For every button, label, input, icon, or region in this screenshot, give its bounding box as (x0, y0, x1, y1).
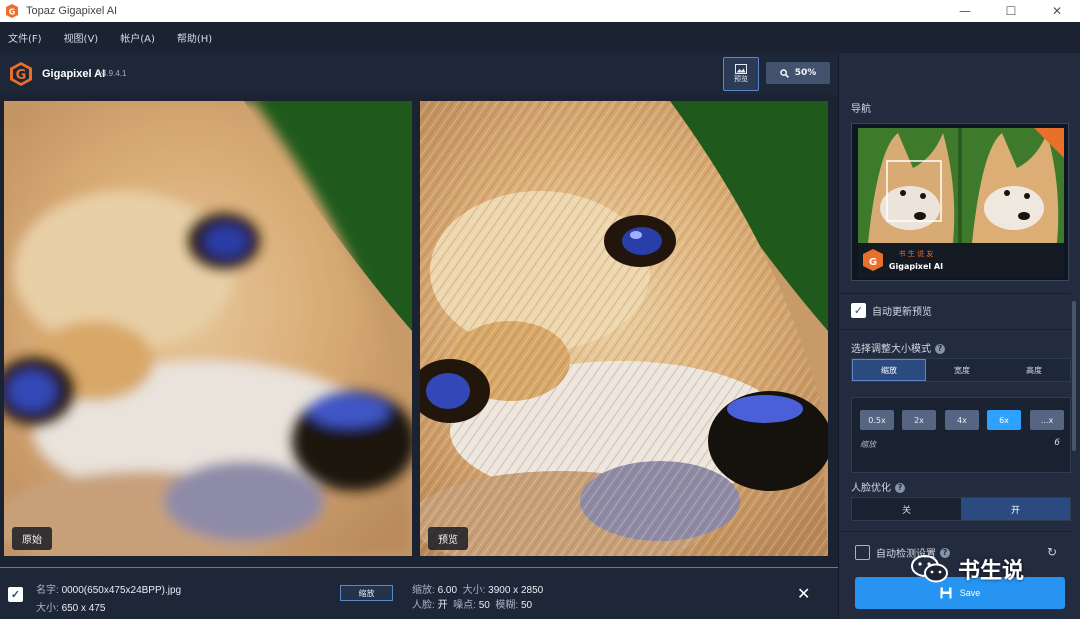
close-window-button[interactable]: ✕ (1034, 0, 1080, 22)
file-name-value: 0000(650x475x24BPP).jpg (61, 585, 182, 596)
original-fox-image (4, 101, 412, 556)
svg-text:G: G (16, 68, 27, 83)
thumb-brand-text: Gigapixel AI (889, 262, 943, 271)
save-icon (940, 587, 952, 599)
thumb-site-text: 书 生 说 友 (899, 249, 934, 258)
file-select-checkbox[interactable]: ✓ (8, 587, 23, 602)
original-label: 原始 (12, 527, 52, 550)
menu-account[interactable]: 帐户(A) (120, 30, 155, 45)
divider (839, 293, 1071, 294)
remove-file-button[interactable]: ✕ (797, 584, 810, 604)
auto-update-label: 自动更新预览 (872, 307, 932, 318)
scale-2x-button[interactable]: 2x (902, 410, 936, 430)
reset-icon[interactable]: ↻ (1047, 545, 1057, 559)
face-refine-toggle: 关 开 (851, 497, 1071, 521)
title-bar: G Topaz Gigapixel AI — ☐ ✕ (0, 0, 1080, 22)
app-header: G Gigapixel AI v4.9.4.1 预览 50% (0, 53, 838, 95)
window-title: Topaz Gigapixel AI (26, 5, 118, 17)
file-size-row: 大小: 650 x 475 (36, 603, 106, 614)
original-image-panel[interactable]: 原始 (4, 101, 412, 556)
brand-name: Gigapixel AI (42, 68, 106, 80)
preview-button-label: 预览 (734, 75, 748, 83)
auto-update-preview-row[interactable]: ✓ 自动更新预览 (851, 303, 932, 318)
resize-mode-title: 选择调整大小模式? (851, 340, 945, 355)
auto-detect-checkbox[interactable] (855, 545, 870, 560)
output-info-row: 缩放: 6.00 大小: 3900 x 2850 (412, 585, 544, 596)
svg-text:G: G (9, 8, 16, 17)
menu-bar: 文件(F) 视图(V) 帐户(A) 帮助(H) (0, 22, 1080, 53)
menu-view[interactable]: 视图(V) (64, 30, 99, 45)
gigapixel-logo-icon: G (10, 62, 32, 86)
settings-sidebar: 导航 G 书 生 说 友 Gigapixel AI ✓ 自动更新预览 选择调整大… (838, 53, 1080, 619)
help-icon[interactable]: ? (895, 483, 905, 493)
help-icon[interactable]: ? (935, 344, 945, 354)
topaz-app-icon: G (6, 4, 18, 18)
scale-mode-button[interactable]: 缩放 (340, 585, 393, 601)
auto-update-checkbox[interactable]: ✓ (851, 303, 866, 318)
file-name-row: 名字: 0000(650x475x24BPP).jpg (36, 585, 182, 596)
minimize-button[interactable]: — (942, 0, 988, 22)
face-on-option[interactable]: 开 (961, 498, 1070, 520)
save-label: Save (959, 588, 981, 598)
scale-6x-button[interactable]: 6x (987, 410, 1021, 430)
zoom-button[interactable]: 50% (766, 62, 830, 84)
scale-4x-button[interactable]: 4x (945, 410, 979, 430)
preview-image-panel[interactable]: 预览 (420, 101, 828, 556)
sidebar-scrollbar[interactable] (1072, 301, 1076, 451)
tab-height[interactable]: 高度 (998, 359, 1070, 381)
tab-scale[interactable]: 缩放 (852, 359, 926, 381)
zoom-level: 50% (794, 68, 817, 78)
scale-label: 缩放 (860, 440, 876, 449)
scale-options-panel: 0.5x 2x 4x 6x ...x 缩放 6 (851, 397, 1071, 473)
preview-label: 预览 (428, 527, 468, 550)
preview-fox-image (420, 101, 828, 556)
wechat-watermark: 书生说 (910, 553, 1024, 585)
image-viewer: 原始 预览 (0, 95, 838, 562)
navigator-thumbnail: G 书 生 说 友 Gigapixel AI (858, 128, 1064, 278)
divider (839, 329, 1071, 330)
scale-value: 6 (1054, 438, 1060, 448)
file-status-bar: ✓ 名字: 0000(650x475x24BPP).jpg 大小: 650 x … (0, 567, 838, 619)
face-refine-title: 人脸优化? (851, 479, 905, 494)
svg-text:G: G (869, 257, 877, 268)
scale-0.5x-button[interactable]: 0.5x (860, 410, 894, 430)
watermark-text: 书生说 (958, 559, 1025, 584)
menu-help[interactable]: 帮助(H) (177, 30, 212, 45)
menu-file[interactable]: 文件(F) (8, 30, 42, 45)
wechat-icon (911, 555, 948, 583)
version-label: v4.9.4.1 (98, 69, 127, 78)
magnifier-icon (780, 68, 789, 78)
scale-custom-button[interactable]: ...x (1030, 410, 1064, 430)
tab-width[interactable]: 宽度 (926, 359, 998, 381)
face-off-option[interactable]: 关 (852, 498, 961, 520)
settings-info-row: 人脸: 开 噪点: 50 模糊: 50 (412, 600, 533, 611)
image-icon (735, 64, 747, 74)
divider (839, 531, 1071, 532)
preview-toggle-button[interactable]: 预览 (723, 57, 759, 91)
navigator-title: 导航 (851, 104, 871, 115)
navigator-panel[interactable]: G 书 生 说 友 Gigapixel AI (851, 123, 1069, 281)
file-size-value: 650 x 475 (61, 603, 106, 614)
maximize-button[interactable]: ☐ (988, 0, 1034, 22)
resize-mode-tabs: 缩放 宽度 高度 (851, 358, 1071, 382)
